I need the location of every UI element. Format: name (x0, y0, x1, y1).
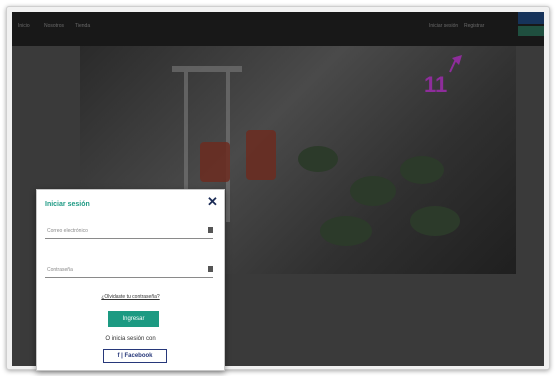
email-field-icon (208, 227, 213, 233)
login-modal: Iniciar sesión ✕ Correo electrónico Cont… (36, 189, 225, 371)
email-field[interactable]: Correo electrónico (45, 226, 213, 239)
forgot-password-link[interactable]: ¿Olvidaste tu contraseña? (37, 294, 224, 300)
modal-title: Iniciar sesión (45, 201, 90, 208)
alternative-login-text: O inicia sesión con (105, 336, 156, 342)
facebook-login-button[interactable]: f | Facebook (103, 349, 167, 363)
facebook-icon: f (117, 353, 120, 359)
password-field-icon (208, 266, 213, 272)
annotation-number-11: 11 (424, 72, 448, 97)
password-field[interactable]: Contraseña (45, 265, 213, 278)
password-placeholder: Contraseña (47, 267, 73, 273)
login-button[interactable]: Ingresar (108, 311, 159, 327)
facebook-label: Facebook (124, 353, 153, 359)
close-icon[interactable]: ✕ (207, 194, 218, 210)
email-placeholder: Correo electrónico (47, 228, 88, 234)
